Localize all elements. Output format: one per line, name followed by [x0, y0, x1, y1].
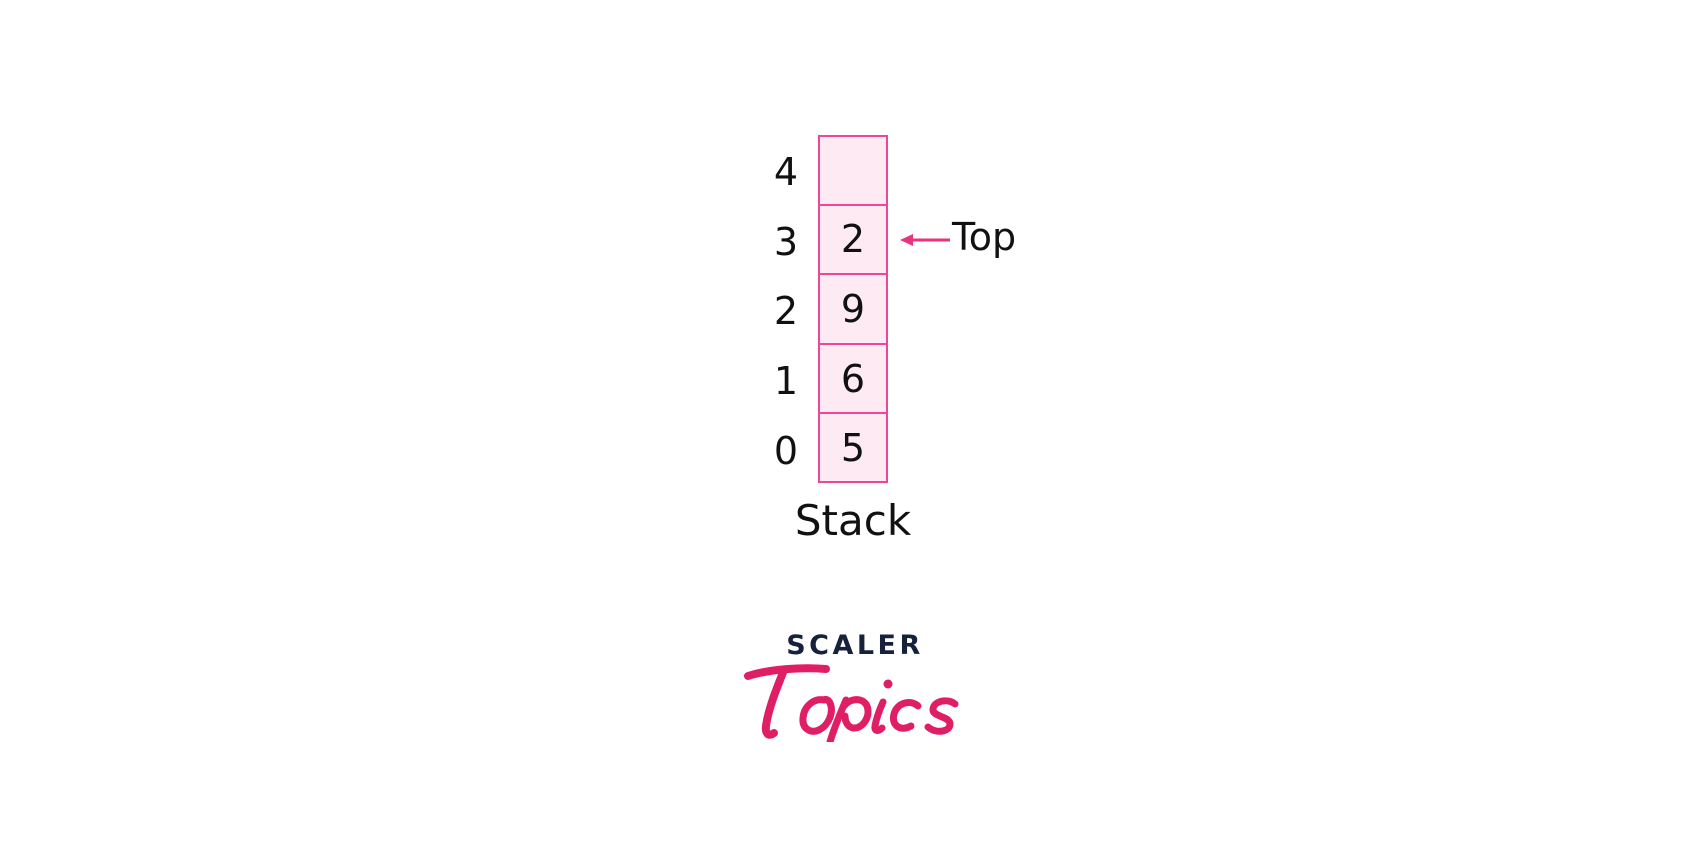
index-label-3: 3 [773, 220, 798, 264]
top-pointer-label: Top [952, 215, 1017, 259]
scaler-topics-logo: SCALER [740, 630, 970, 745]
stack-cell-value-1: 6 [840, 356, 866, 401]
stack-cell-value-3: 2 [840, 217, 866, 262]
stack-cell-1: 6 [818, 343, 888, 414]
stack-caption: Stack [794, 496, 912, 545]
index-label-4: 4 [773, 150, 798, 194]
index-label-2: 2 [773, 289, 798, 333]
logo-script-topics [744, 664, 959, 742]
stack-cell-2: 9 [818, 274, 888, 344]
stack-cell-3: 2 [818, 204, 888, 275]
stack-container: 2 9 6 5 [818, 135, 888, 483]
stack-cell-value-0: 5 [840, 425, 866, 470]
top-pointer-arrow-icon [900, 234, 950, 246]
index-label-1: 1 [773, 359, 798, 403]
stack-cell-value-2: 9 [840, 286, 866, 331]
stack-cell-4 [818, 135, 888, 205]
index-label-0: 0 [773, 429, 798, 473]
stack-cell-0: 5 [818, 413, 888, 483]
stack-diagram: 4 3 2 1 0 2 9 6 5 Top Stack SCALER [0, 0, 1701, 851]
